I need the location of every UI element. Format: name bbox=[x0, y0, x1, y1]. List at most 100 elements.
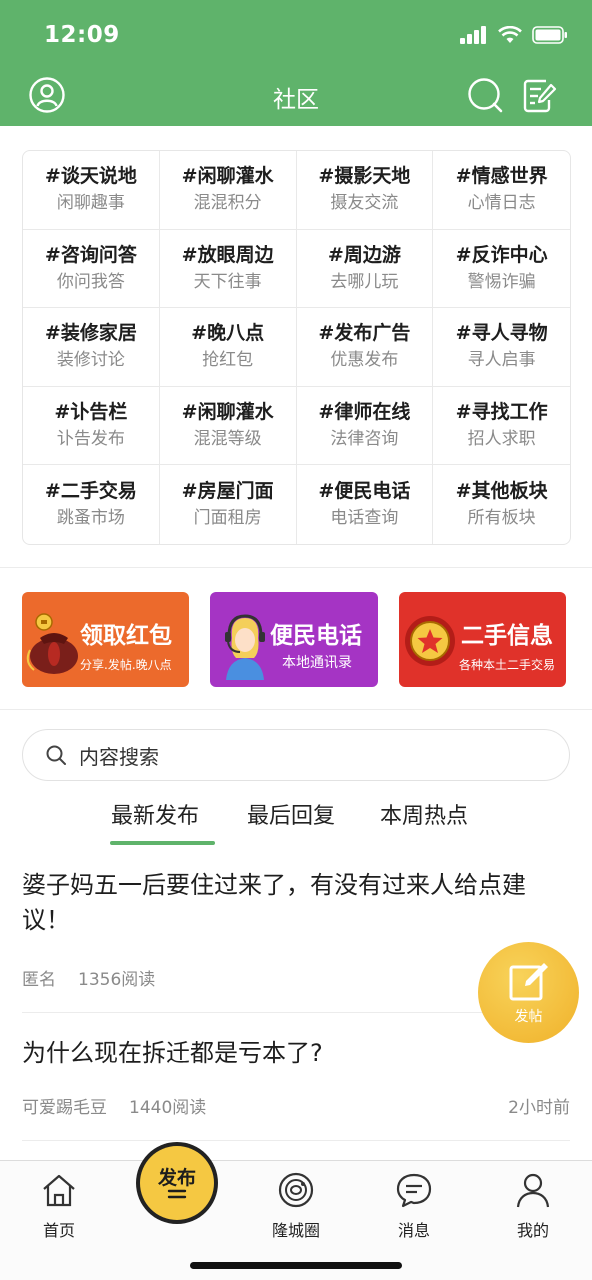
topic-title: #反诈中心 bbox=[455, 243, 548, 266]
topic-cell[interactable]: #发布广告优惠发布 bbox=[296, 308, 434, 387]
topic-cell[interactable]: #便民电话 电话查询 bbox=[297, 465, 434, 544]
tab-circle[interactable]: 隆城圈 bbox=[256, 1171, 336, 1241]
topic-cell[interactable]: #闲聊灌水 混混等级 bbox=[159, 386, 297, 466]
search-icon bbox=[468, 78, 503, 113]
topic-subtitle: 电话查询 bbox=[330, 508, 399, 529]
banner-second-hand[interactable]: 二手信息 各种本土二手交易 bbox=[399, 592, 566, 687]
tab-latest[interactable]: 最新发布 bbox=[111, 798, 199, 830]
post-author: 匿名 bbox=[22, 970, 56, 990]
post-meta: 可爱踢毛豆 1440阅读 bbox=[22, 1093, 228, 1118]
banner-subtitle: 分享.发帖.晚八点 bbox=[80, 658, 172, 672]
tab-label: 消息 bbox=[397, 1221, 430, 1240]
fab-label: 发帖 bbox=[514, 1008, 543, 1025]
topic-cell[interactable]: #摄影天地摄友交流 bbox=[296, 151, 434, 230]
topic-title: #寻找工作 bbox=[455, 401, 548, 424]
topic-cell[interactable]: #二手交易 跳蚤市场 bbox=[23, 465, 160, 544]
topic-subtitle: 讣告发布 bbox=[56, 429, 125, 450]
compose-button[interactable] bbox=[520, 76, 558, 114]
post-time: 2小时前 bbox=[508, 1098, 570, 1118]
topic-title: #放眼周边 bbox=[181, 243, 274, 266]
topic-title: #寻人寻物 bbox=[455, 322, 548, 345]
topic-cell[interactable]: #寻人寻物 寻人启事 bbox=[433, 308, 570, 387]
topic-cell[interactable]: #谈天说地 闲聊趣事 bbox=[23, 151, 160, 230]
topic-subtitle: 法律咨询 bbox=[330, 429, 399, 450]
topic-subtitle: 天下往事 bbox=[193, 271, 262, 292]
tab-label: 首页 bbox=[42, 1221, 75, 1240]
coin-icon bbox=[405, 616, 455, 666]
topic-title: #其他板块 bbox=[455, 480, 548, 503]
topic-subtitle: 警惕诈骗 bbox=[467, 271, 536, 292]
search-button[interactable] bbox=[466, 76, 504, 114]
post-reads: 1356阅读 bbox=[78, 970, 156, 990]
planet-icon bbox=[278, 1172, 314, 1208]
topic-cell[interactable]: #闲聊灌水 混混积分 bbox=[159, 151, 297, 230]
post-reads: 1440阅读 bbox=[129, 1098, 207, 1118]
topic-cell[interactable]: #晚八点抢红包 bbox=[159, 308, 297, 387]
search-icon bbox=[46, 745, 66, 765]
person-icon bbox=[516, 1173, 550, 1208]
status-icons bbox=[460, 24, 568, 46]
edit-icon bbox=[509, 962, 548, 1000]
post-author: 可爱踢毛豆 bbox=[22, 1098, 107, 1118]
topic-subtitle: 去哪儿玩 bbox=[330, 271, 399, 292]
tab-mine[interactable]: 我的 bbox=[493, 1171, 573, 1241]
topic-title: #晚八点 bbox=[191, 322, 265, 345]
post-tabs: 最新发布 最后回复 本周热点 bbox=[0, 798, 592, 848]
topic-cell[interactable]: #寻找工作 招人求职 bbox=[433, 387, 570, 466]
post-title[interactable]: 为什么现在拆迁都是亏本了? bbox=[22, 1036, 552, 1071]
publish-label: 发布 bbox=[157, 1167, 196, 1189]
topic-title: #律师在线 bbox=[318, 401, 411, 424]
post-meta: 匿名 1356阅读 bbox=[22, 965, 177, 990]
topic-cell[interactable]: #讣告栏讣告发布 bbox=[23, 386, 160, 466]
tab-weekly-hot[interactable]: 本周热点 bbox=[380, 798, 468, 830]
tab-home[interactable]: 首页 bbox=[19, 1171, 99, 1241]
section-divider bbox=[0, 709, 592, 710]
topic-cell[interactable]: #情感世界心情日志 bbox=[433, 151, 570, 230]
topic-cell[interactable]: #装修家居 装修讨论 bbox=[23, 308, 160, 387]
topic-cell[interactable]: #放眼周边天下往事 bbox=[159, 229, 297, 309]
topic-subtitle: 装修讨论 bbox=[56, 350, 125, 371]
topic-subtitle: 摄友交流 bbox=[330, 193, 399, 214]
topic-title: #周边游 bbox=[327, 243, 401, 266]
topic-cell[interactable]: #周边游去哪儿玩 bbox=[296, 229, 434, 309]
topic-title: #谈天说地 bbox=[44, 165, 137, 188]
home-indicator bbox=[190, 1262, 402, 1269]
section-divider bbox=[0, 567, 592, 568]
operator-icon bbox=[225, 614, 265, 680]
topic-cell[interactable]: #律师在线法律咨询 bbox=[296, 386, 434, 466]
topic-cell[interactable]: #咨询问答 你问我答 bbox=[23, 229, 160, 309]
active-tab-indicator bbox=[110, 841, 215, 845]
wifi-icon bbox=[498, 26, 522, 43]
battery-icon bbox=[532, 26, 567, 44]
tab-label: 隆城圈 bbox=[271, 1221, 320, 1240]
chat-bubble-icon bbox=[396, 1173, 432, 1208]
home-icon bbox=[43, 1174, 75, 1207]
topic-cell[interactable]: #房屋门面 门面租房 bbox=[160, 465, 297, 544]
content-search-input[interactable]: 内容搜索 bbox=[22, 729, 570, 781]
banner-title: 领取红包 bbox=[80, 623, 172, 649]
topic-cell[interactable]: #反诈中心警惕诈骗 bbox=[433, 230, 570, 309]
banner-title: 便民电话 bbox=[270, 623, 362, 649]
topic-subtitle: 抢红包 bbox=[202, 350, 254, 371]
topic-title: #摄影天地 bbox=[318, 165, 411, 188]
publish-button[interactable]: 发布 bbox=[136, 1142, 218, 1224]
topic-subtitle: 优惠发布 bbox=[330, 350, 399, 371]
tab-last-reply[interactable]: 最后回复 bbox=[247, 798, 335, 830]
new-post-fab[interactable]: 发帖 bbox=[478, 942, 579, 1043]
post-title[interactable]: 婆子妈五一后要住过来了，有没有过来人给点建议！ bbox=[22, 868, 552, 938]
tab-messages[interactable]: 消息 bbox=[374, 1171, 454, 1241]
topic-title: #发布广告 bbox=[318, 322, 411, 345]
status-bar: 12:09 bbox=[0, 0, 592, 64]
banner-subtitle: 各种本土二手交易 bbox=[459, 658, 556, 672]
edit-note-icon bbox=[523, 79, 557, 113]
topic-title: #讣告栏 bbox=[54, 401, 128, 424]
topic-subtitle: 所有板块 bbox=[467, 508, 536, 529]
banner-red-packet[interactable]: 领取红包 分享.发帖.晚八点 bbox=[22, 592, 189, 687]
status-time: 12:09 bbox=[44, 22, 120, 48]
topic-title: #情感世界 bbox=[455, 165, 548, 188]
banner-hotline[interactable]: 便民电话 本地通讯录 bbox=[210, 592, 378, 687]
topic-subtitle: 心情日志 bbox=[467, 193, 536, 214]
topic-subtitle: 混混积分 bbox=[193, 193, 262, 214]
topic-title: #咨询问答 bbox=[44, 243, 137, 266]
topic-cell[interactable]: #其他板块所有板块 bbox=[433, 465, 570, 544]
